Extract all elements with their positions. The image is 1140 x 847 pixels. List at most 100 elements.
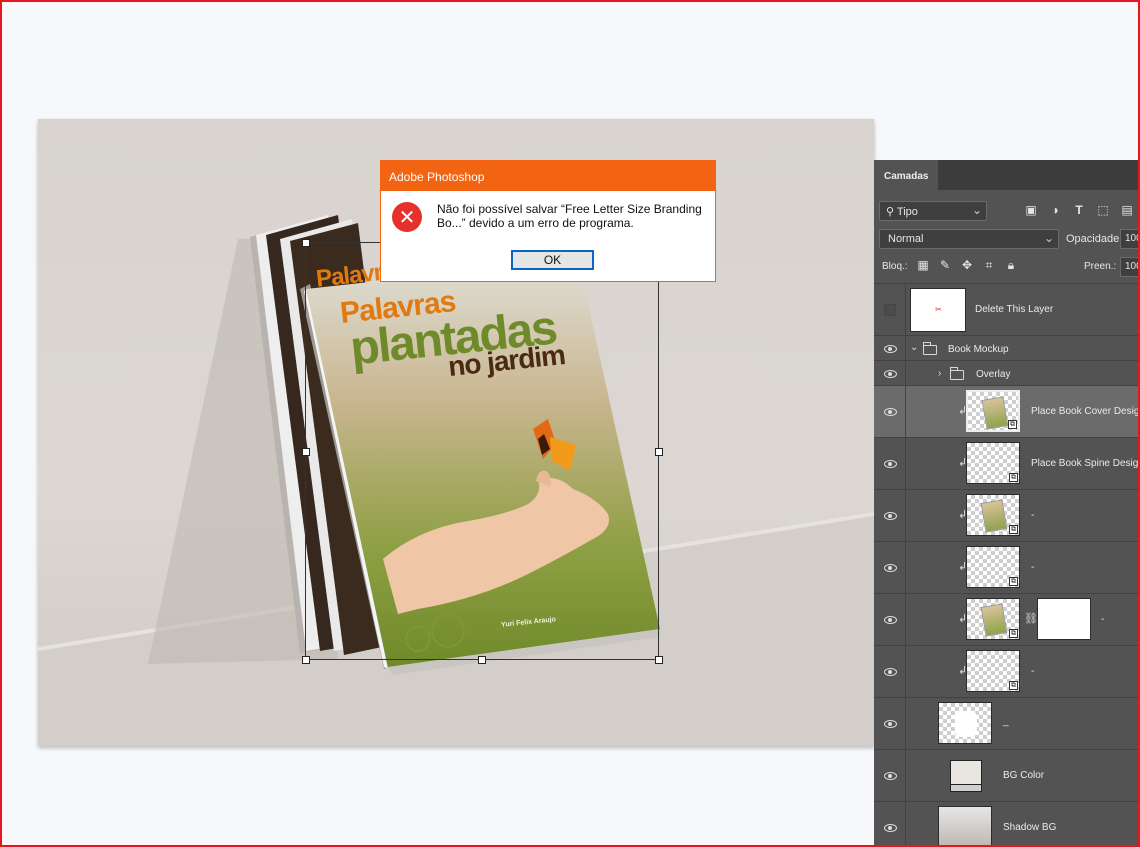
layer-name: - <box>1101 614 1105 625</box>
layer-thumbnail: ⧉ <box>966 546 1020 588</box>
visibility-column <box>874 802 906 847</box>
ok-button[interactable]: OK <box>511 250 594 270</box>
chevron-down-icon[interactable]: ⌄ <box>910 342 918 353</box>
layer-name: Delete This Layer <box>975 304 1054 315</box>
visibility-column <box>874 542 906 593</box>
blend-mode-label: Normal <box>888 233 924 245</box>
eye-icon[interactable] <box>884 772 897 780</box>
layer-mask-thumbnail[interactable] <box>1037 598 1091 640</box>
layer-row[interactable]: ↲ ⧉ - <box>874 645 1140 697</box>
image-filter-icon[interactable]: ▣ <box>1024 203 1038 217</box>
visibility-column <box>874 438 906 489</box>
eye-icon[interactable] <box>884 408 897 416</box>
visibility-column <box>874 750 906 801</box>
chevron-right-icon[interactable]: › <box>938 368 941 379</box>
visibility-column <box>874 361 906 385</box>
transform-handle-bottom-right[interactable] <box>655 656 663 664</box>
layer-row[interactable]: ↲ ⧉ Place Book Cover Design <box>874 385 1140 437</box>
lock-all-icon[interactable]: 🔒︎ <box>1004 258 1018 272</box>
opacity-field[interactable]: 100 <box>1120 229 1140 249</box>
search-icon: ⚲ <box>886 206 895 218</box>
smart-object-icon: ⧉ <box>1009 577 1018 586</box>
smart-object-icon: ⧉ <box>1009 525 1018 534</box>
smart-object-filter-icon[interactable]: ▤ <box>1120 203 1134 217</box>
layer-group-row[interactable]: › Overlay <box>874 360 1140 385</box>
dialog-title[interactable]: Adobe Photoshop <box>381 161 715 191</box>
chevron-down-icon: ⌄ <box>1043 231 1054 245</box>
visibility-column <box>874 386 906 437</box>
layer-name: - <box>1031 510 1035 521</box>
lock-label: Bloq.: <box>882 261 908 272</box>
transform-handle-top-left[interactable] <box>302 239 310 247</box>
lock-pixels-brush-icon[interactable]: ✎ <box>938 258 952 272</box>
layer-name: Shadow BG <box>1003 822 1057 833</box>
lock-transparency-icon[interactable]: ▦ <box>916 258 930 272</box>
adjustment-filter-icon[interactable]: ◑ <box>1048 203 1062 217</box>
visibility-column <box>874 594 906 645</box>
layer-thumbnail <box>938 806 992 847</box>
filter-kind-label: Tipo <box>896 206 918 218</box>
opacity-label: Opacidade: <box>1066 233 1123 245</box>
lock-artboard-icon[interactable]: ⌗ <box>982 258 996 272</box>
fill-field[interactable]: 100 <box>1120 257 1140 277</box>
eye-icon[interactable] <box>884 564 897 572</box>
visibility-column <box>874 698 906 749</box>
layer-row[interactable]: ✂ Delete This Layer <box>874 283 1140 335</box>
thumbnail-shape <box>955 711 977 737</box>
fill-layer-thumbnail[interactable] <box>950 760 982 792</box>
visibility-column <box>874 336 906 360</box>
filter-kind-select[interactable]: ⚲ Tipo ⌄ <box>879 201 987 221</box>
transform-bounding-box[interactable] <box>302 239 663 664</box>
layer-row[interactable]: BG Color <box>874 749 1140 801</box>
eye-icon[interactable] <box>884 616 897 624</box>
layer-thumbnail: ✂ <box>910 288 966 332</box>
visibility-column <box>874 490 906 541</box>
thumbnail-image <box>980 499 1008 533</box>
eye-icon[interactable] <box>884 370 897 378</box>
panel-tab-bar: Camadas <box>874 160 1140 190</box>
transform-handle-middle-right[interactable] <box>655 448 663 456</box>
layer-thumbnail: ⧉ <box>966 598 1020 640</box>
layer-name: - <box>1031 666 1035 677</box>
transform-handle-bottom-left[interactable] <box>302 656 310 664</box>
layer-row[interactable]: ↲ ⧉ Place Book Spine Design <box>874 437 1140 489</box>
layer-thumbnail: ⧉ <box>966 390 1020 432</box>
layer-name: Place Book Cover Design <box>1031 406 1140 417</box>
layer-name: _ <box>1003 716 1009 727</box>
blend-mode-select[interactable]: Normal ⌄ <box>879 229 1059 249</box>
lock-position-move-icon[interactable]: ✥ <box>960 258 974 272</box>
eye-icon[interactable] <box>884 824 897 832</box>
folder-icon <box>922 342 937 355</box>
transform-handle-middle-left[interactable] <box>302 448 310 456</box>
smart-object-icon: ⧉ <box>1009 473 1018 482</box>
layer-thumbnail: ⧉ <box>966 442 1020 484</box>
smart-object-icon: ⧉ <box>1009 629 1018 638</box>
layer-row[interactable]: ↲ ⧉ ⛓ - <box>874 593 1140 645</box>
eye-icon[interactable] <box>884 668 897 676</box>
layer-row[interactable]: Shadow BG <box>874 801 1140 847</box>
layer-thumbnail: ⧉ <box>966 494 1020 536</box>
smart-object-icon: ⧉ <box>1008 420 1017 429</box>
eye-icon[interactable] <box>884 512 897 520</box>
tab-layers[interactable]: Camadas <box>874 160 938 190</box>
error-icon: ✕ <box>392 202 422 232</box>
layer-group-row[interactable]: ⌄ Book Mockup <box>874 335 1140 360</box>
transform-handle-bottom-center[interactable] <box>478 656 486 664</box>
layer-row[interactable]: _ <box>874 697 1140 749</box>
visibility-column <box>874 646 906 697</box>
shape-filter-icon[interactable]: ⬚ <box>1096 203 1110 217</box>
link-icon[interactable]: ⛓ <box>1024 612 1038 625</box>
layer-name: Overlay <box>976 369 1011 380</box>
eye-icon[interactable] <box>884 720 897 728</box>
type-filter-icon[interactable]: T <box>1072 203 1086 217</box>
eye-icon[interactable] <box>884 345 897 353</box>
layer-name: Book Mockup <box>948 344 1009 355</box>
layer-thumbnail <box>938 702 992 744</box>
visibility-off-toggle[interactable] <box>884 304 896 316</box>
layer-row[interactable]: ↲ ⧉ - <box>874 489 1140 541</box>
eye-icon[interactable] <box>884 460 897 468</box>
smart-object-icon: ⧉ <box>1009 681 1018 690</box>
layer-row[interactable]: ↲ ⧉ - <box>874 541 1140 593</box>
error-dialog: Adobe Photoshop ✕ Não foi possível salva… <box>380 160 716 282</box>
layer-name: Place Book Spine Design <box>1031 458 1140 469</box>
